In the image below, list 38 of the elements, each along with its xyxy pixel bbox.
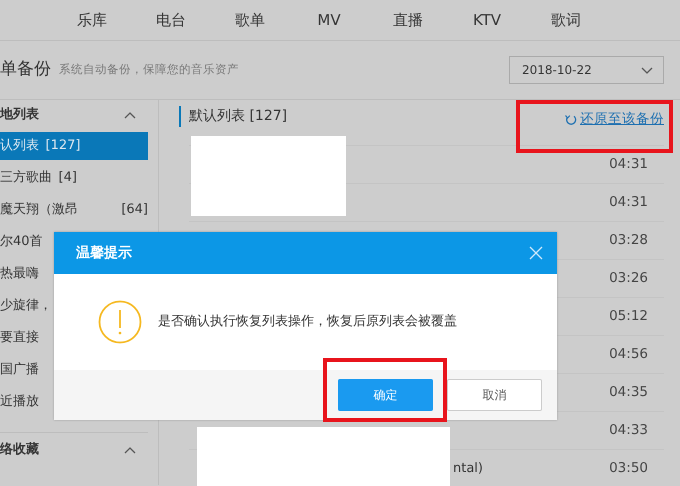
chevron-up-icon <box>124 110 136 120</box>
dialog-message: 是否确认执行恢复列表操作，恢复后原列表会被覆盖 <box>158 313 457 332</box>
item-count: [64] <box>121 201 148 220</box>
nav-link[interactable]: KTV <box>457 8 517 32</box>
page-subtitle: 系统自动备份，保障您的音乐资产 <box>59 61 239 78</box>
chevron-down-icon <box>641 66 653 74</box>
nav-link[interactable]: 乐库 <box>62 8 122 32</box>
song-duration: 04:31 <box>609 155 648 174</box>
close-icon[interactable] <box>529 246 543 260</box>
song-duration: 04:31 <box>609 193 648 212</box>
item-count: [4] <box>58 169 77 188</box>
song-duration: 04:33 <box>609 421 648 440</box>
sidebar-item[interactable]: 三方歌曲 [4] <box>0 164 148 192</box>
song-duration: 03:28 <box>609 231 648 250</box>
song-duration: 05:12 <box>609 307 648 326</box>
warning-icon <box>98 300 142 344</box>
list-title: 默认列表 [127] <box>179 106 288 127</box>
sidebar-item[interactable]: 认列表 [127] <box>0 132 148 160</box>
nav-link[interactable]: 歌词 <box>536 8 596 32</box>
sidebar-item[interactable]: 魔天翔（激昂 [64] <box>0 196 148 224</box>
song-title: ntal) <box>453 460 483 478</box>
item-count: [127] <box>46 137 80 156</box>
song-duration: 03:50 <box>609 459 648 478</box>
dialog-title: 温馨提示 <box>76 244 132 262</box>
nav-link[interactable]: MV <box>299 8 359 32</box>
date-value: 2018-10-22 <box>522 62 592 79</box>
song-duration: 03:26 <box>609 269 648 288</box>
nav-link[interactable]: 电台 <box>141 8 201 32</box>
song-duration: 04:35 <box>609 383 648 402</box>
refresh-icon <box>564 112 577 126</box>
nav-link[interactable]: 歌单 <box>220 8 280 32</box>
section-header[interactable]: 络收藏 <box>0 435 158 465</box>
nav-link[interactable]: 直播 <box>378 8 438 32</box>
chevron-up-icon <box>124 446 136 454</box>
song-duration: 04:56 <box>609 345 648 364</box>
page-title: 单备份 <box>0 58 51 82</box>
cancel-button[interactable]: 取消 <box>447 379 542 411</box>
date-select[interactable]: 2018-10-22 <box>509 56 664 84</box>
